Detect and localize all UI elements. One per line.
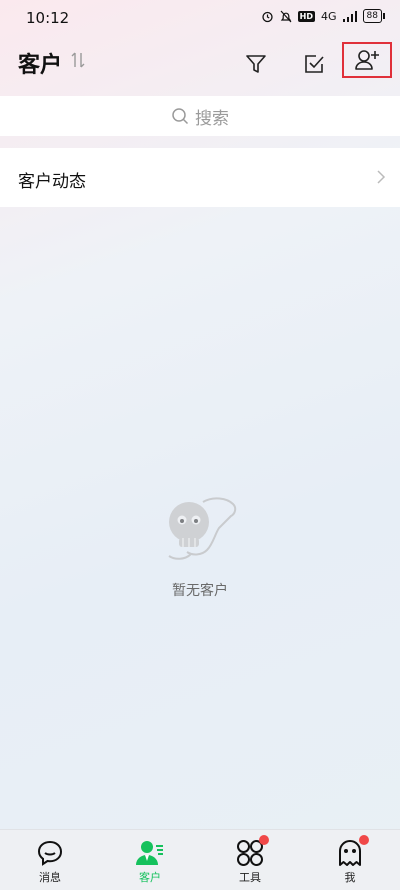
search-icon xyxy=(172,108,189,125)
notification-badge xyxy=(259,835,269,845)
mute-bell-icon xyxy=(280,10,292,22)
batch-select-button[interactable] xyxy=(294,44,334,84)
notification-badge xyxy=(359,835,369,845)
empty-ghost-illustration xyxy=(168,497,237,560)
sort-icon[interactable] xyxy=(70,51,86,69)
customer-dynamics-label: 客户动态 xyxy=(18,172,86,192)
customer-dynamics-row[interactable]: 客户动态 xyxy=(0,148,400,207)
network-hd-badge: HD xyxy=(297,10,316,22)
chat-bubble-icon xyxy=(37,840,63,866)
header: 客户 xyxy=(0,36,400,92)
checkbox-icon xyxy=(305,55,324,73)
tab-label: 我 xyxy=(344,871,356,884)
filter-icon xyxy=(246,55,266,73)
battery-indicator: 88 xyxy=(362,9,386,23)
tab-label: 客户 xyxy=(139,871,161,884)
chevron-right-icon xyxy=(377,170,386,184)
tab-customers[interactable]: 客户 xyxy=(100,830,200,890)
alarm-icon xyxy=(262,11,273,22)
search-bar[interactable]: 搜索 xyxy=(0,96,400,136)
status-icons: HD 4G 88 xyxy=(261,9,386,23)
filter-button[interactable] xyxy=(236,44,276,84)
customer-person-icon xyxy=(136,841,163,865)
status-bar: 10:12 HD 4G 88 xyxy=(0,0,400,36)
tab-messages[interactable]: 消息 xyxy=(0,830,100,890)
tab-label: 消息 xyxy=(39,871,61,884)
add-customer-button[interactable] xyxy=(342,42,392,78)
empty-state: 暂无客户 xyxy=(0,490,400,600)
add-user-icon xyxy=(355,50,379,70)
tab-label: 工具 xyxy=(239,871,261,884)
page-title: 客户 xyxy=(18,53,63,78)
tab-tools[interactable]: 工具 xyxy=(200,830,300,890)
search-placeholder: 搜索 xyxy=(195,108,229,129)
empty-state-text: 暂无客户 xyxy=(172,583,228,599)
signal-bars-icon xyxy=(342,10,357,22)
status-time: 10:12 xyxy=(26,9,70,27)
signal-label: 4G xyxy=(321,9,337,23)
bottom-tab-bar: 消息 客户 工具 我 xyxy=(0,829,400,890)
tab-me[interactable]: 我 xyxy=(300,830,400,890)
